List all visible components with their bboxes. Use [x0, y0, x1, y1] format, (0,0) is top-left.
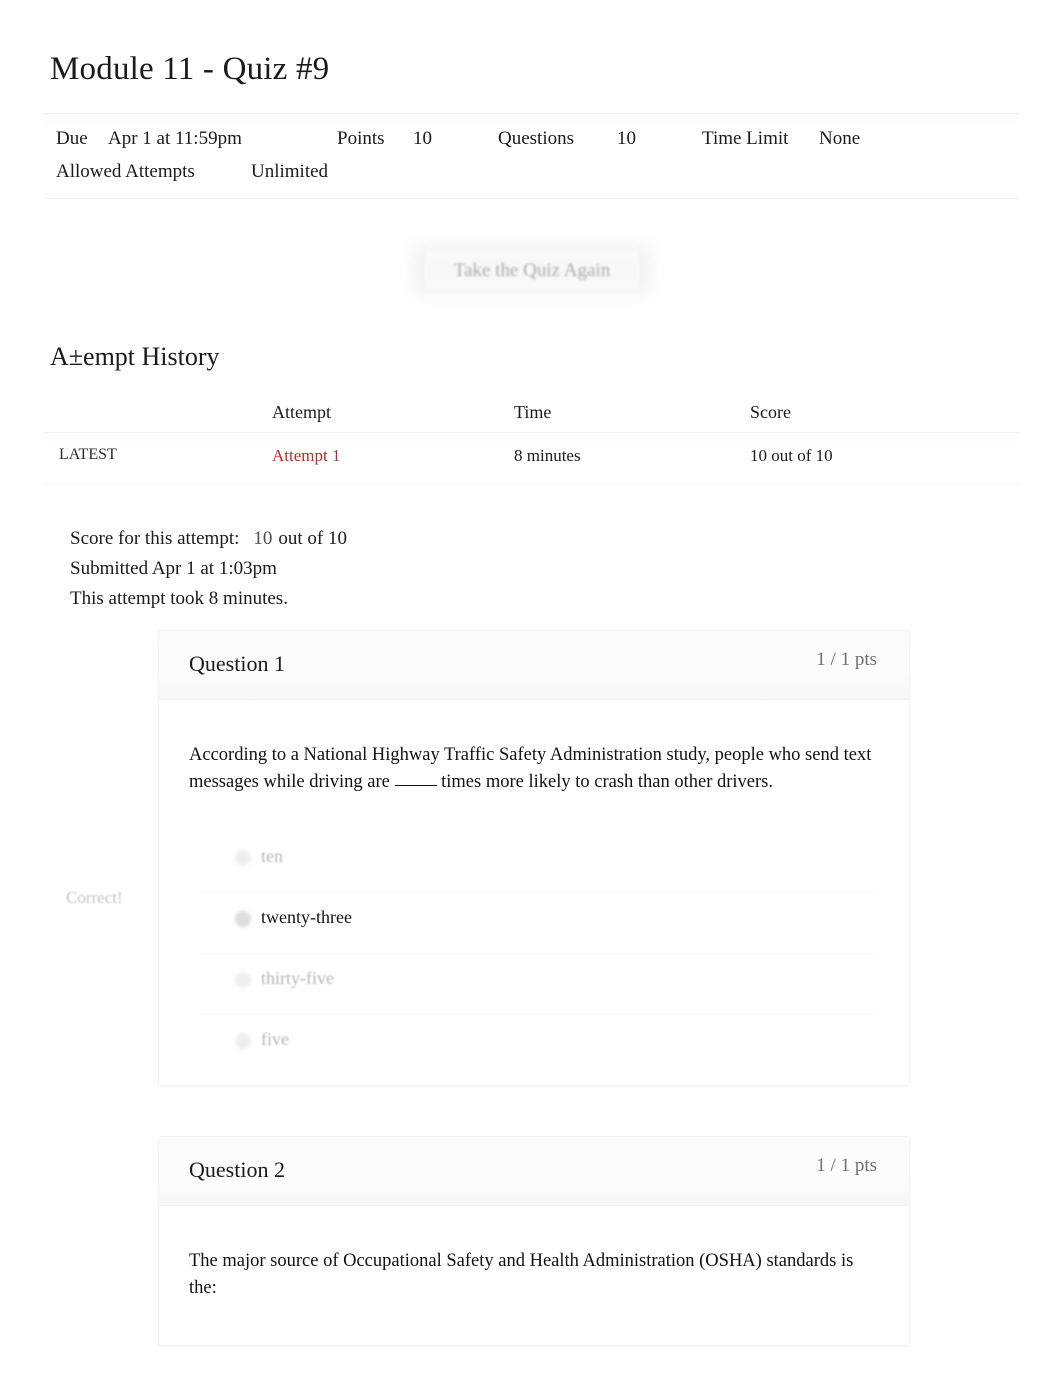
- answer-option-2[interactable]: twenty-three: [199, 892, 879, 953]
- allowed-attempts-value: Unlimited: [251, 161, 329, 182]
- radio-button-icon[interactable]: [235, 1033, 251, 1049]
- time-limit-label: Time Limit: [702, 128, 789, 149]
- question-card-2: Question 2 1 / 1 pts The major source of…: [158, 1136, 910, 1346]
- score-label: Score for this attempt:: [70, 528, 240, 549]
- radio-button-icon[interactable]: [235, 972, 251, 988]
- points-value: 10: [413, 128, 432, 149]
- allowed-attempts-label: Allowed Attempts: [56, 161, 195, 182]
- time-limit-value: None: [819, 128, 861, 149]
- question-1-text: According to a National Highway Traffic …: [189, 742, 879, 796]
- duration-line: This attempt took 8 minutes.: [70, 588, 288, 609]
- quiz-meta-row-2: Allowed Attempts Unlimited: [44, 155, 1019, 188]
- quiz-meta-bar: Due Apr 1 at 11:59pm Points 10 Questions…: [44, 113, 1019, 199]
- score-line: Score for this attempt: 10 out of 10: [70, 524, 347, 554]
- question-card-1: Question 1 1 / 1 pts According to a Nati…: [158, 630, 910, 1086]
- attempt-score-summary: Score for this attempt: 10 out of 10 Submi…: [70, 524, 347, 614]
- question-2-body: The major source of Occupational Safety …: [159, 1206, 909, 1302]
- question-1-text-after-blank: times more likely to crash than other dr…: [436, 772, 774, 792]
- answer-option-1[interactable]: ten: [199, 832, 879, 892]
- submitted-line: Submitted Apr 1 at 1:03pm: [70, 558, 277, 579]
- question-2-text: The major source of Occupational Safety …: [189, 1251, 854, 1298]
- take-quiz-again-container: Take the Quiz Again: [412, 236, 652, 302]
- answer-option-2-label: twenty-three: [261, 907, 352, 927]
- page-title: Module 11 - Quiz #9: [50, 51, 330, 87]
- question-1-blank: [394, 785, 437, 786]
- attempt-link[interactable]: Attempt 1: [272, 446, 340, 466]
- question-2-points: 1 / 1 pts: [816, 1155, 877, 1176]
- column-header-attempt: Attempt: [272, 402, 331, 422]
- due-value: Apr 1 at 11:59pm: [108, 128, 242, 149]
- answer-option-4[interactable]: five: [199, 1014, 879, 1075]
- question-1-answers: ten twenty-three thirty-five five: [189, 832, 879, 1075]
- attempt-history-heading: A±empt History: [50, 342, 220, 371]
- points-label: Points: [337, 128, 385, 149]
- table-row: LATEST Attempt 1 8 minutes 10 out of 10: [44, 432, 1019, 484]
- score-suffix: out of 10: [278, 528, 347, 549]
- question-1-points: 1 / 1 pts: [816, 649, 877, 670]
- radio-button-icon[interactable]: [235, 850, 251, 866]
- score-value: 10: [253, 528, 273, 549]
- questions-label: Questions: [498, 128, 574, 149]
- quiz-meta-row-1: Due Apr 1 at 11:59pm Points 10 Questions…: [44, 122, 1019, 155]
- column-header-time: Time: [514, 402, 552, 422]
- answer-option-4-label: five: [261, 1029, 289, 1049]
- latest-badge: LATEST: [59, 446, 117, 463]
- attempt-score: 10 out of 10: [750, 446, 833, 465]
- question-2-title: Question 2: [189, 1157, 285, 1182]
- question-1-header: Question 1 1 / 1 pts: [159, 631, 909, 700]
- take-quiz-again-button[interactable]: Take the Quiz Again: [424, 250, 640, 290]
- question-1-title: Question 1: [189, 651, 285, 676]
- answer-option-3-label: thirty-five: [261, 968, 334, 988]
- radio-button-icon[interactable]: [235, 911, 251, 927]
- question-1-body: According to a National Highway Traffic …: [159, 700, 909, 1075]
- due-label: Due: [56, 128, 88, 149]
- question-1-correct-flag: Correct!: [66, 888, 123, 907]
- attempt-history-table: Attempt Time Score LATEST Attempt 1 8 mi…: [44, 394, 1019, 490]
- question-2-header: Question 2 1 / 1 pts: [159, 1137, 909, 1206]
- questions-value: 10: [617, 128, 636, 149]
- table-header-row: Attempt Time Score: [44, 394, 1019, 432]
- column-header-score: Score: [750, 402, 791, 422]
- attempt-time: 8 minutes: [514, 446, 581, 465]
- answer-option-1-label: ten: [261, 846, 283, 866]
- answer-option-3[interactable]: thirty-five: [199, 953, 879, 1014]
- quiz-results-page: Module 11 - Quiz #9 Due Apr 1 at 11:59pm…: [0, 0, 1062, 1377]
